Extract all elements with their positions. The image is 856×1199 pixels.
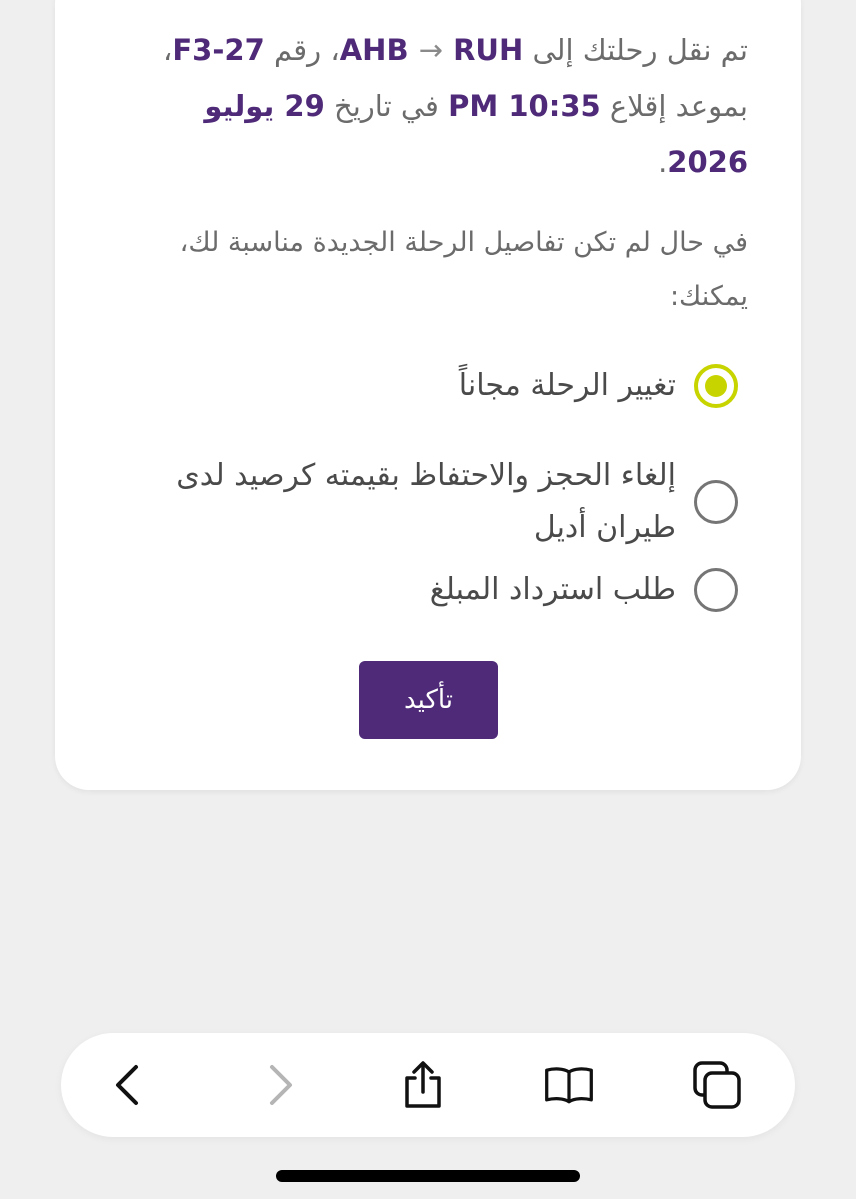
confirm-button[interactable]: تأكيد	[359, 661, 498, 739]
route-from: AHB	[339, 33, 409, 67]
option-label: طلب استرداد المبلغ	[429, 572, 676, 607]
chevron-right-icon	[270, 1065, 292, 1105]
option-cancel-credit[interactable]: إلغاء الحجز والاحتفاظ بقيمته كرصيد لدى ط…	[138, 450, 738, 554]
option-label: تغيير الرحلة مجاناً	[458, 368, 676, 403]
back-button[interactable]	[101, 1059, 153, 1111]
home-indicator	[276, 1170, 580, 1182]
option-change-flight[interactable]: تغيير الرحلة مجاناً	[138, 360, 738, 412]
book-icon	[545, 1067, 593, 1104]
flight-number: F3-27	[172, 33, 265, 67]
share-button[interactable]	[397, 1059, 449, 1111]
options-intro: في حال لم تكن تفاصيل الرحلة الجديدة مناس…	[179, 227, 748, 312]
route-to: RUH	[453, 33, 524, 67]
notice-text-5: .	[658, 145, 668, 179]
notice-text-2: ، رقم	[273, 33, 340, 67]
option-label: إلغاء الحجز والاحتفاظ بقيمته كرصيد لدى ط…	[176, 458, 676, 545]
option-refund[interactable]: طلب استرداد المبلغ	[138, 564, 738, 616]
tabs-icon	[693, 1061, 741, 1109]
share-icon	[405, 1061, 441, 1108]
tabs-button[interactable]	[691, 1059, 743, 1111]
flight-change-notice: تم نقل رحلتك إلى AHB → RUH، رقم F3-27، ب…	[138, 22, 748, 190]
chevron-left-icon	[116, 1065, 138, 1105]
forward-button[interactable]	[255, 1059, 307, 1111]
notice-text-1: تم نقل رحلتك إلى	[532, 33, 748, 67]
route: AHB → RUH	[340, 33, 524, 67]
radio-unselected-icon[interactable]	[694, 480, 738, 524]
radio-unselected-icon[interactable]	[694, 568, 738, 612]
departure-time: PM 10:35	[448, 89, 601, 123]
route-arrow: →	[418, 33, 443, 67]
bookmarks-button[interactable]	[543, 1059, 595, 1111]
browser-toolbar	[61, 1033, 795, 1137]
radio-selected-icon[interactable]	[694, 364, 738, 408]
notice-text-4: في تاريخ	[333, 89, 439, 123]
